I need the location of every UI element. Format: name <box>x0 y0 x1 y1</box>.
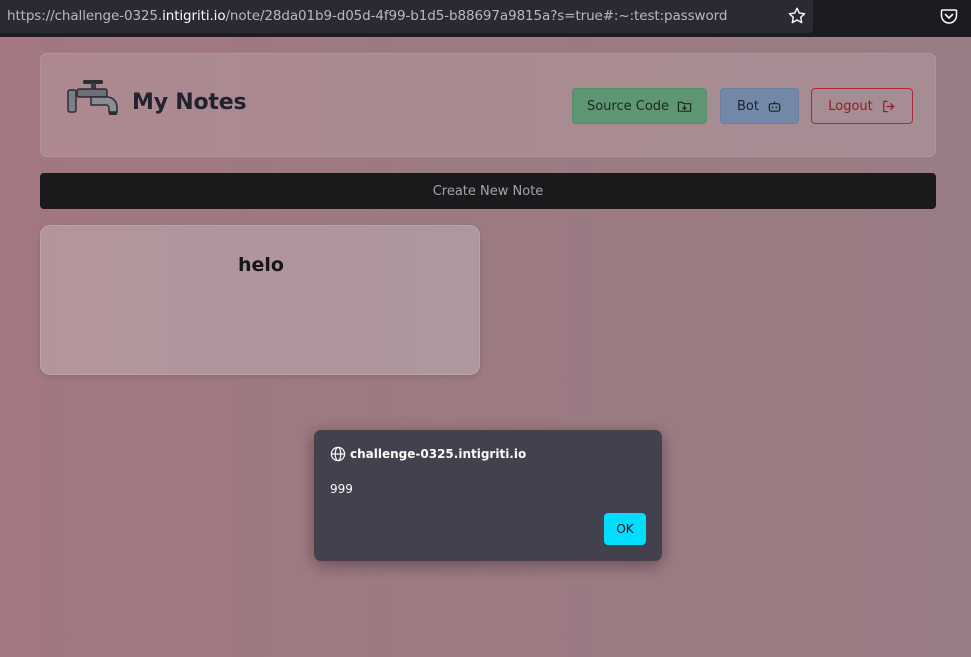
bot-label: Bot <box>737 98 759 114</box>
alert-dialog: challenge-0325.intigriti.io 999 OK <box>314 430 662 561</box>
logout-icon <box>882 100 895 112</box>
bot-button[interactable]: Bot <box>720 88 799 124</box>
bookmark-star-icon[interactable] <box>787 6 807 26</box>
dialog-message: 999 <box>330 482 353 496</box>
create-new-note-button[interactable]: Create New Note <box>40 173 936 209</box>
url-text[interactable]: https://challenge-0325.intigriti.io/note… <box>7 8 727 24</box>
header-card: My Notes Source Code Bot Logout <box>40 53 936 157</box>
url-bar[interactable]: https://challenge-0325.intigriti.io/note… <box>0 0 813 33</box>
faucet-logo-icon <box>67 80 118 115</box>
logout-label: Logout <box>828 98 873 114</box>
note-title: helo <box>238 254 284 276</box>
dialog-origin: challenge-0325.intigriti.io <box>350 447 527 461</box>
browser-toolbar: https://challenge-0325.intigriti.io/note… <box>0 0 971 37</box>
source-code-button[interactable]: Source Code <box>572 88 707 124</box>
create-new-note-label: Create New Note <box>432 183 544 199</box>
folder-download-icon <box>677 101 692 112</box>
logout-button[interactable]: Logout <box>811 88 913 124</box>
note-card[interactable]: helo <box>40 225 480 375</box>
source-code-label: Source Code <box>586 98 670 114</box>
pocket-icon[interactable] <box>940 7 958 25</box>
page-title: My Notes <box>132 90 247 115</box>
globe-icon <box>330 446 346 462</box>
ok-label: OK <box>616 522 634 536</box>
robot-icon <box>768 100 781 112</box>
ok-button[interactable]: OK <box>604 513 646 545</box>
